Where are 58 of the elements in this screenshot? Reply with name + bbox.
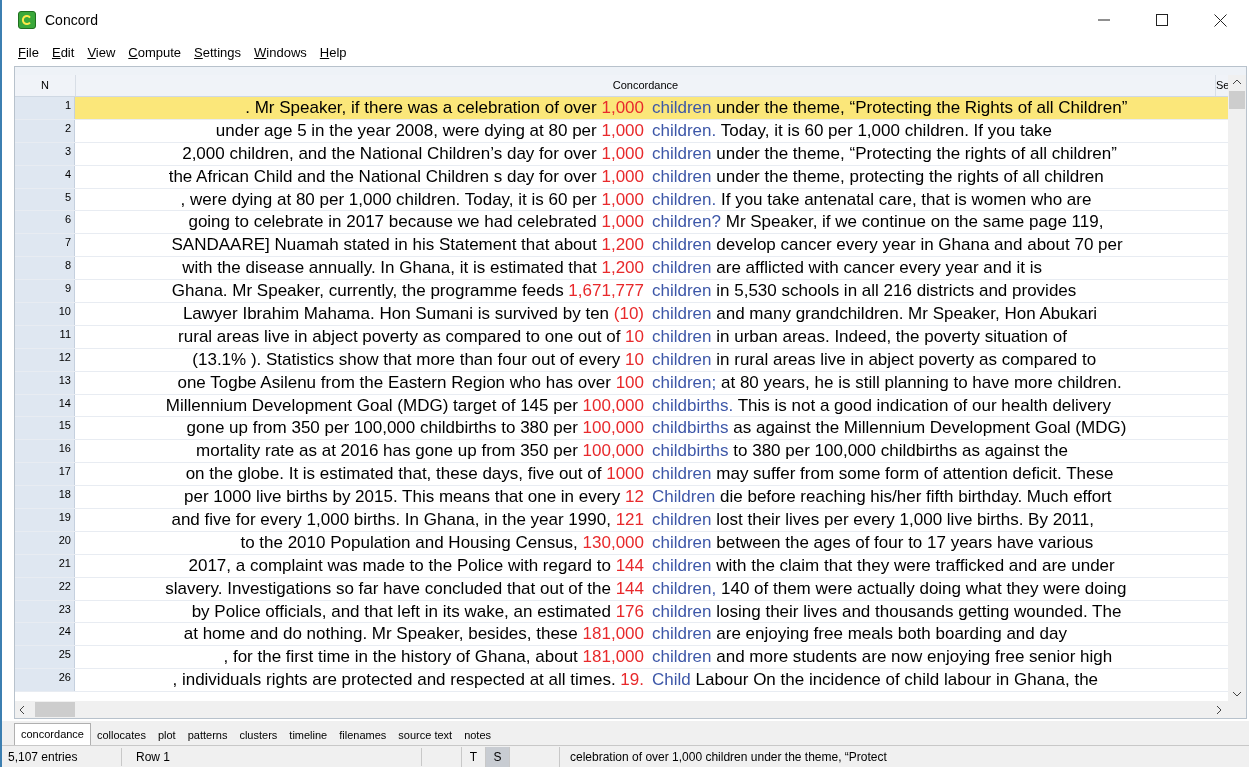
row-number: 20 — [15, 531, 75, 554]
row-number: 26 — [15, 669, 75, 692]
row-number: 12 — [15, 348, 75, 371]
column-header[interactable]: N — [15, 75, 75, 96]
horizontal-scrollbar[interactable] — [15, 701, 1246, 718]
scrollbar-thumb[interactable] — [1229, 91, 1245, 109]
scrollbar-thumb[interactable] — [35, 702, 75, 717]
row-number: 18 — [15, 486, 75, 509]
tab[interactable]: filenames — [333, 725, 393, 745]
row-number: 19 — [15, 509, 75, 531]
scroll-up-icon[interactable] — [1232, 79, 1242, 85]
row-number: 10 — [15, 303, 75, 325]
scroll-right-icon[interactable] — [1216, 704, 1222, 715]
row-number: 9 — [15, 280, 75, 302]
row-number: 5 — [15, 188, 75, 211]
app-logo-icon — [18, 11, 36, 29]
row-number: 1 — [15, 97, 75, 119]
row-number: 7 — [15, 234, 75, 257]
preview-text: celebration of over 1,000 children under the theme, “Protect — [569, 748, 887, 766]
row-number: 11 — [15, 325, 75, 348]
menu-item[interactable]: Compute — [128, 43, 182, 63]
scroll-down-icon[interactable] — [1232, 691, 1242, 697]
tab[interactable]: clusters — [233, 725, 284, 745]
scroll-left-icon[interactable] — [19, 704, 25, 715]
column-header[interactable]: Concordance — [75, 75, 1215, 96]
entries-count: 5,107 entries — [2, 747, 122, 766]
tab[interactable]: collocates — [91, 725, 152, 745]
row-number: 15 — [15, 417, 75, 440]
menu-item[interactable]: Settings — [194, 43, 242, 63]
row-number: 14 — [15, 394, 75, 417]
toggle-button[interactable]: S — [486, 746, 510, 767]
vertical-scrollbar[interactable] — [1228, 75, 1246, 701]
menu-item[interactable]: Windows — [254, 43, 307, 63]
tab[interactable]: timeline — [283, 725, 334, 745]
window-title: Concord — [45, 10, 98, 30]
menu-item[interactable]: Help — [319, 43, 347, 63]
row-number: 22 — [15, 577, 75, 600]
tab[interactable]: notes — [458, 725, 498, 745]
row-number: 17 — [15, 463, 75, 486]
row-number: 3 — [15, 142, 75, 165]
menu-item[interactable]: Edit — [51, 43, 75, 63]
row-number: 2 — [15, 119, 75, 142]
row-number: 4 — [15, 165, 75, 188]
menu-item[interactable]: File — [18, 43, 39, 63]
row-indicator: Row 1 — [122, 747, 422, 766]
row-number: 21 — [15, 554, 75, 577]
tab[interactable]: source text — [392, 725, 459, 745]
tab[interactable]: patterns — [181, 725, 234, 745]
tab[interactable]: concordance — [14, 723, 91, 745]
row-number: 23 — [15, 600, 75, 623]
menu-item[interactable]: View — [87, 43, 116, 63]
row-number: 25 — [15, 646, 75, 669]
row-number: 16 — [15, 440, 75, 463]
row-number: 8 — [15, 257, 75, 280]
row-number: 13 — [15, 371, 75, 394]
row-number: 6 — [15, 211, 75, 234]
tab[interactable]: plot — [151, 725, 182, 745]
row-number: 24 — [15, 623, 75, 646]
